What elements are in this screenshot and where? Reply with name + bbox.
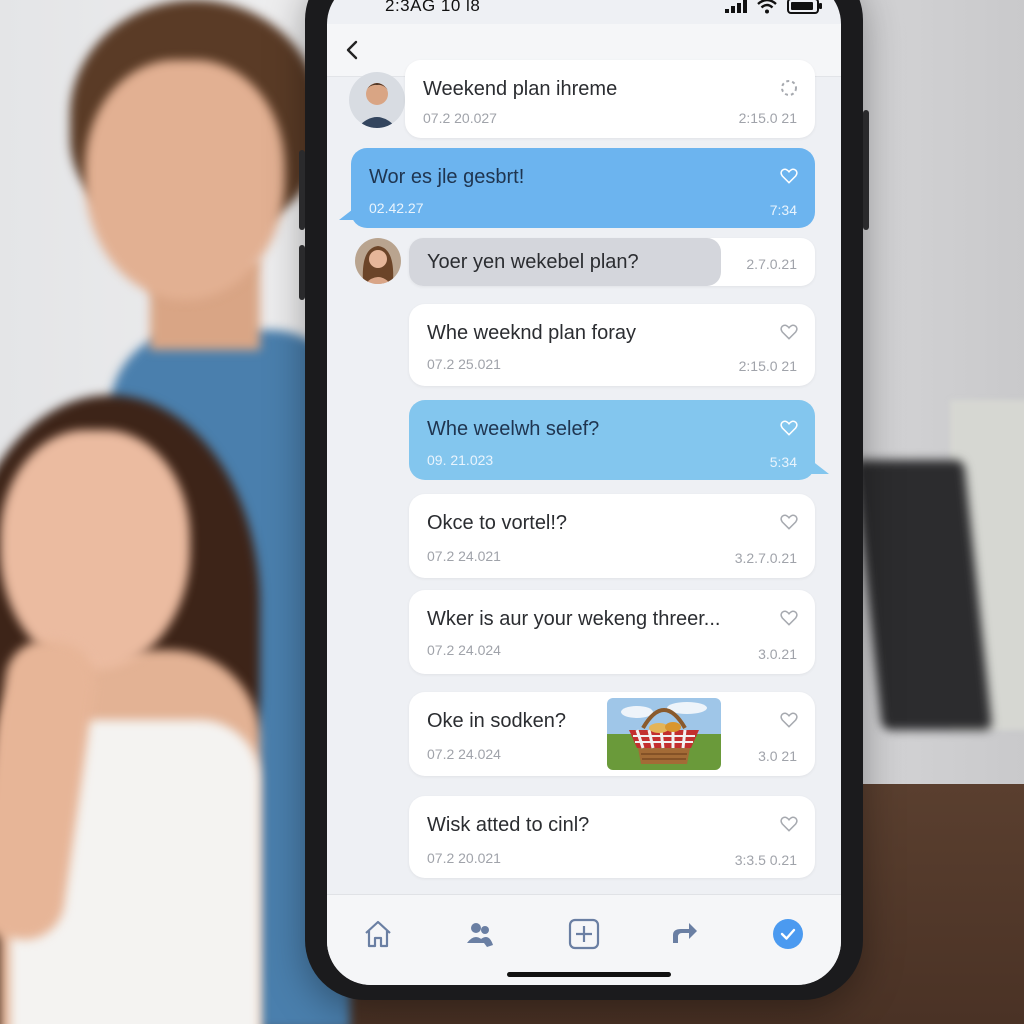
message-bubble[interactable]: Weekend plan ihreme 07.2 20.027 2:15.0 2… [405, 60, 815, 138]
message-time: 3:3.5 0.21 [734, 852, 797, 868]
message-text: Wisk atted to cinl? [427, 814, 590, 836]
man-face [85, 60, 285, 300]
bubble-tail [811, 460, 829, 474]
heart-icon[interactable] [779, 512, 799, 532]
message-text: Oke in sodken? [427, 710, 566, 732]
message-bubble[interactable]: Wker is aur your wekeng threer... 07.2 2… [409, 590, 815, 674]
wifi-icon [757, 0, 777, 13]
message-text: Wker is aur your wekeng threer... [427, 608, 721, 630]
message-time: 3.0.21 [758, 646, 797, 662]
loading-icon [781, 80, 797, 96]
avatar-man[interactable] [349, 72, 405, 128]
status-icons [725, 0, 823, 14]
volume-button-2 [299, 245, 305, 300]
message-bubble[interactable]: Yoer yen wekebel plan? 2.7.0.21 [409, 238, 815, 286]
woman-face [0, 430, 190, 670]
message-bubble[interactable]: Wisk atted to cinl? 07.2 20.021 3:3.5 0.… [409, 796, 815, 878]
message-time: 7:34 [769, 202, 797, 218]
heart-icon[interactable] [779, 322, 799, 342]
message-bubble[interactable]: Whe weelwh selef? 09. 21.023 5:34 [409, 400, 815, 480]
message-bubble[interactable]: Whe weeknd plan foray 07.2 25.021 2:15.0… [409, 304, 815, 386]
signal-icon [725, 0, 747, 13]
phone-screen: 2:3AG 10 l8 Weekend plan ihreme 07.2 20.… [327, 0, 841, 985]
heart-icon[interactable] [779, 814, 799, 834]
volume-button [299, 150, 305, 230]
home-indicator[interactable] [507, 972, 671, 977]
heart-icon[interactable] [779, 710, 799, 730]
message-bubble[interactable]: Wor es jle gesbrt! 02.42.27 7:34 [351, 148, 815, 228]
message-time: 3.0 21 [758, 748, 797, 764]
message-date: 07.2 24.021 [427, 548, 501, 564]
message-text: Okce to vortel!? [427, 512, 568, 534]
heart-icon[interactable] [779, 166, 799, 186]
heart-icon[interactable] [779, 608, 799, 628]
message-date: 07.2 24.024 [427, 642, 501, 658]
home-icon[interactable] [361, 917, 395, 951]
heart-icon[interactable] [779, 418, 799, 438]
message-time: 2:15.0 21 [738, 110, 797, 126]
message-bubble[interactable]: Okce to vortel!? 07.2 24.021 3.2.7.0.21 [409, 494, 815, 578]
people-icon[interactable] [463, 917, 497, 951]
message-bubble[interactable]: Oke in sodken? 07.2 24.024 3.0 21 [409, 692, 815, 776]
message-time: 5:34 [769, 454, 797, 470]
tab-bar [327, 894, 841, 985]
message-date: 02.42.27 [369, 200, 424, 216]
message-text: Wor es jle gesbrt! [369, 166, 525, 188]
chevron-left-icon[interactable] [341, 38, 365, 62]
power-button [863, 110, 869, 230]
add-icon[interactable] [567, 917, 601, 951]
status-time: 2:3AG 10 l8 [385, 0, 481, 15]
message-date: 07.2 24.024 [427, 746, 501, 762]
battery-icon [787, 0, 822, 14]
picnic-basket-image[interactable] [607, 698, 721, 770]
share-icon[interactable] [667, 917, 701, 951]
message-time: 2.7.0.21 [746, 256, 797, 272]
message-text: Yoer yen wekebel plan? [427, 251, 639, 273]
message-time: 2:15.0 21 [738, 358, 797, 374]
message-time: 3.2.7.0.21 [734, 550, 797, 566]
check-circle-icon[interactable] [771, 917, 805, 951]
message-text: Whe weelwh selef? [427, 418, 600, 440]
message-date: 09. 21.023 [427, 452, 494, 468]
message-date: 07.2 20.021 [427, 850, 501, 866]
status-bar: 2:3AG 10 l8 [327, 0, 841, 24]
message-date: 07.2 25.021 [427, 356, 501, 372]
message-date: 07.2 20.027 [423, 110, 497, 126]
message-text: Whe weeknd plan foray [427, 322, 637, 344]
avatar-woman[interactable] [355, 238, 401, 284]
bubble-tail [339, 206, 357, 220]
message-text: Weekend plan ihreme [423, 78, 618, 100]
